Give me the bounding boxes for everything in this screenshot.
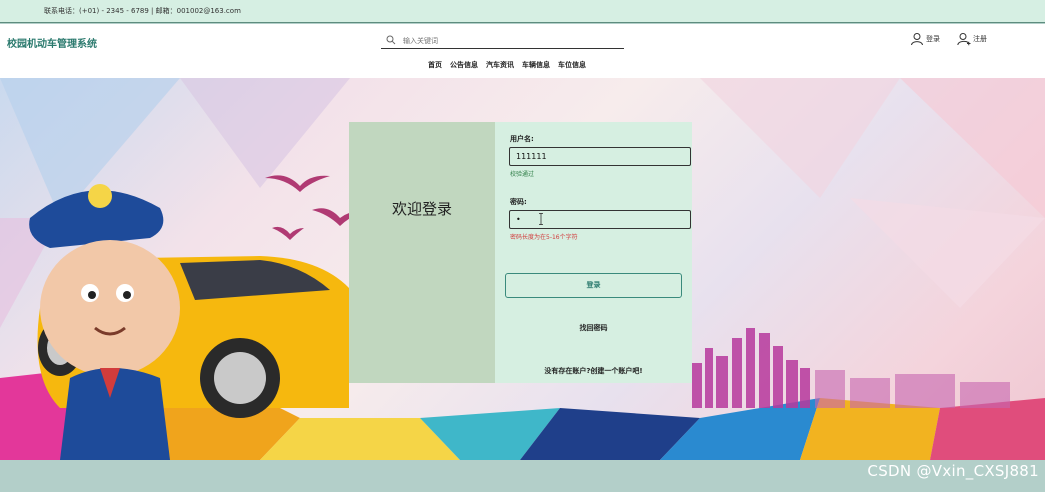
password-field[interactable]: • [509,210,691,229]
login-form: 用户名: 111111 校验通过 密码: • 密码长度为在5-16个字符 登录 … [495,122,692,383]
search-icon[interactable] [386,35,396,45]
username-hint: 校验通过 [510,171,535,178]
register-link-label: 注册 [973,35,987,43]
password-hint: 密码长度为在5-16个字符 [510,234,578,241]
login-button[interactable]: 登录 [505,273,682,298]
forgot-password-link[interactable]: 找回密码 [495,323,692,333]
login-card-left-panel: 欢迎登录 [349,122,495,383]
nav-announcements[interactable]: 公告信息 [450,60,478,70]
username-field[interactable]: 111111 [509,147,691,166]
username-label: 用户名: [510,135,534,143]
site-title: 校园机动车管理系统 [7,39,97,50]
watermark: CSDN @Vxin_CXSJ881 [867,462,1039,480]
nav-home[interactable]: 首页 [428,60,442,70]
search-input[interactable] [403,34,618,47]
nav-car-news[interactable]: 汽车资讯 [486,60,514,70]
welcome-heading: 欢迎登录 [391,200,452,218]
text-cursor-icon [539,213,543,225]
search-bar [381,32,624,49]
login-card: 欢迎登录 用户名: 111111 校验通过 密码: • 密码长度为在5-16个字… [349,122,692,383]
register-link[interactable]: 注册 [957,32,987,46]
create-account-link[interactable]: 没有存在账户?创建一个账户吧! [495,366,692,376]
nav-vehicle-info[interactable]: 车辆信息 [522,60,550,70]
login-link-label: 登录 [926,35,940,43]
login-link[interactable]: 登录 [910,32,940,46]
main-nav: 首页 公告信息 汽车资讯 车辆信息 车位信息 [428,60,586,70]
user-icon [911,33,923,46]
top-contact-bar: 联系电话：(+01) - 2345 - 6789 | 邮箱：001002@163… [0,0,1045,23]
password-value: • [516,215,521,224]
contact-info: 联系电话：(+01) - 2345 - 6789 | 邮箱：001002@163… [44,7,241,15]
password-label: 密码: [510,198,527,206]
header: 校园机动车管理系统 登录 注册 首页 公告信息 汽车资讯 车辆信息 车位信息 [0,24,1045,78]
nav-parking-info[interactable]: 车位信息 [558,60,586,70]
user-plus-icon [957,33,971,46]
